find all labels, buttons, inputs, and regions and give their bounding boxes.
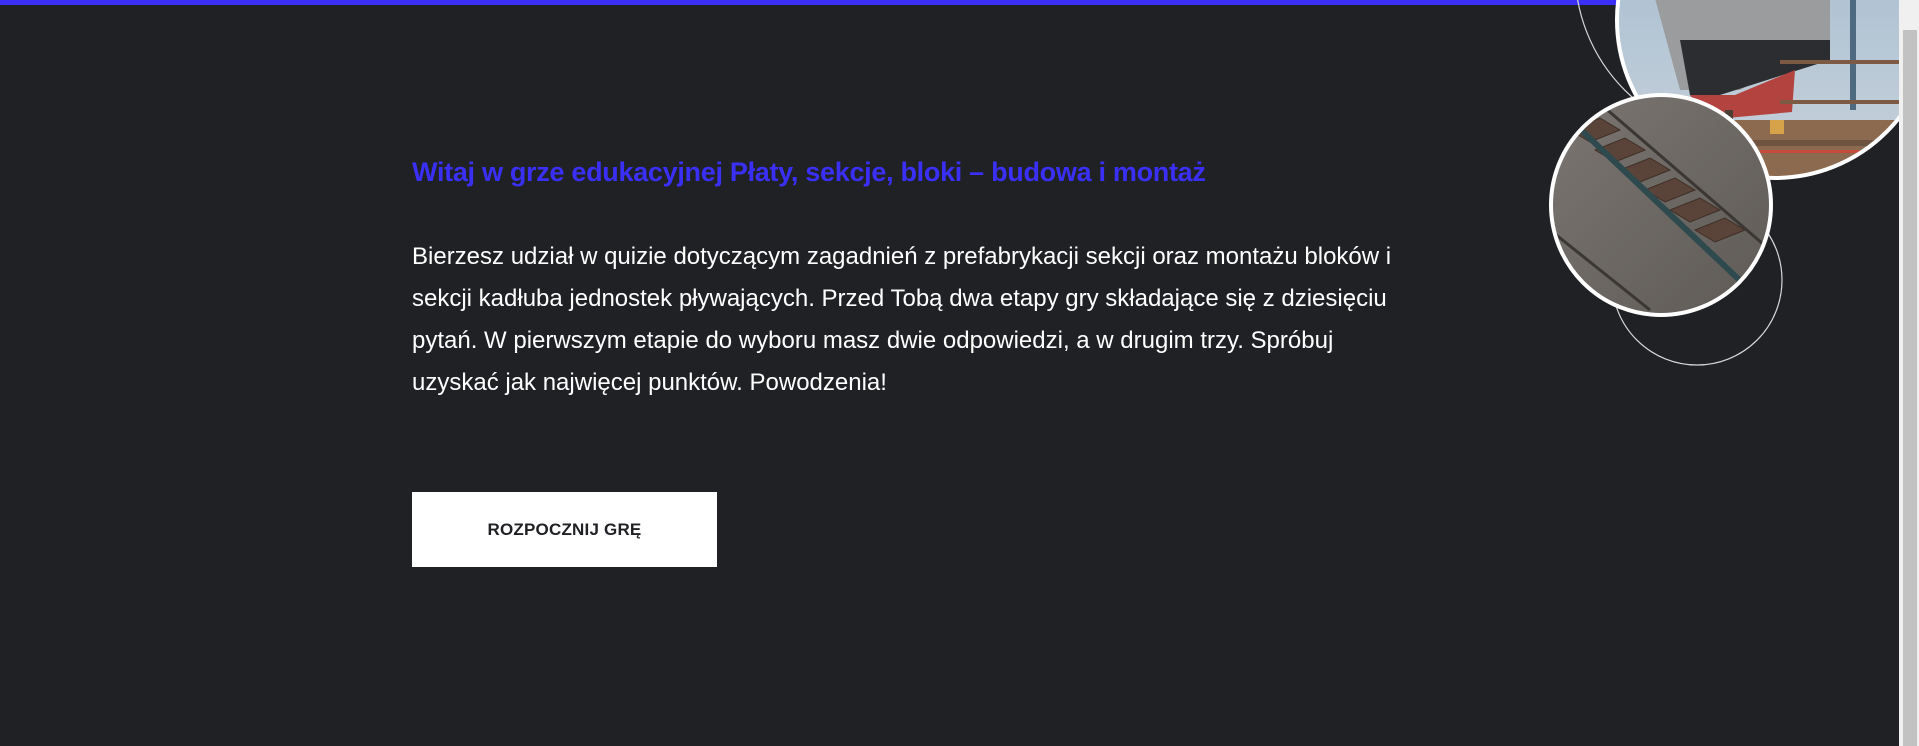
intro-paragraph: Bierzesz udział w quizie dotyczącym zaga…	[412, 243, 1392, 396]
start-game-button[interactable]: ROZPOCZNIJ GRĘ	[412, 492, 717, 567]
scrollbar[interactable]	[1899, 0, 1919, 746]
decorative-shipyard-photos	[1549, 0, 1899, 366]
welcome-title: Witaj w grze edukacyjnej Płaty, sekcje, …	[412, 157, 1206, 187]
page: Witaj w grze edukacyjnej Płaty, sekcje, …	[0, 0, 1919, 746]
scrollbar-thumb[interactable]	[1903, 30, 1917, 746]
